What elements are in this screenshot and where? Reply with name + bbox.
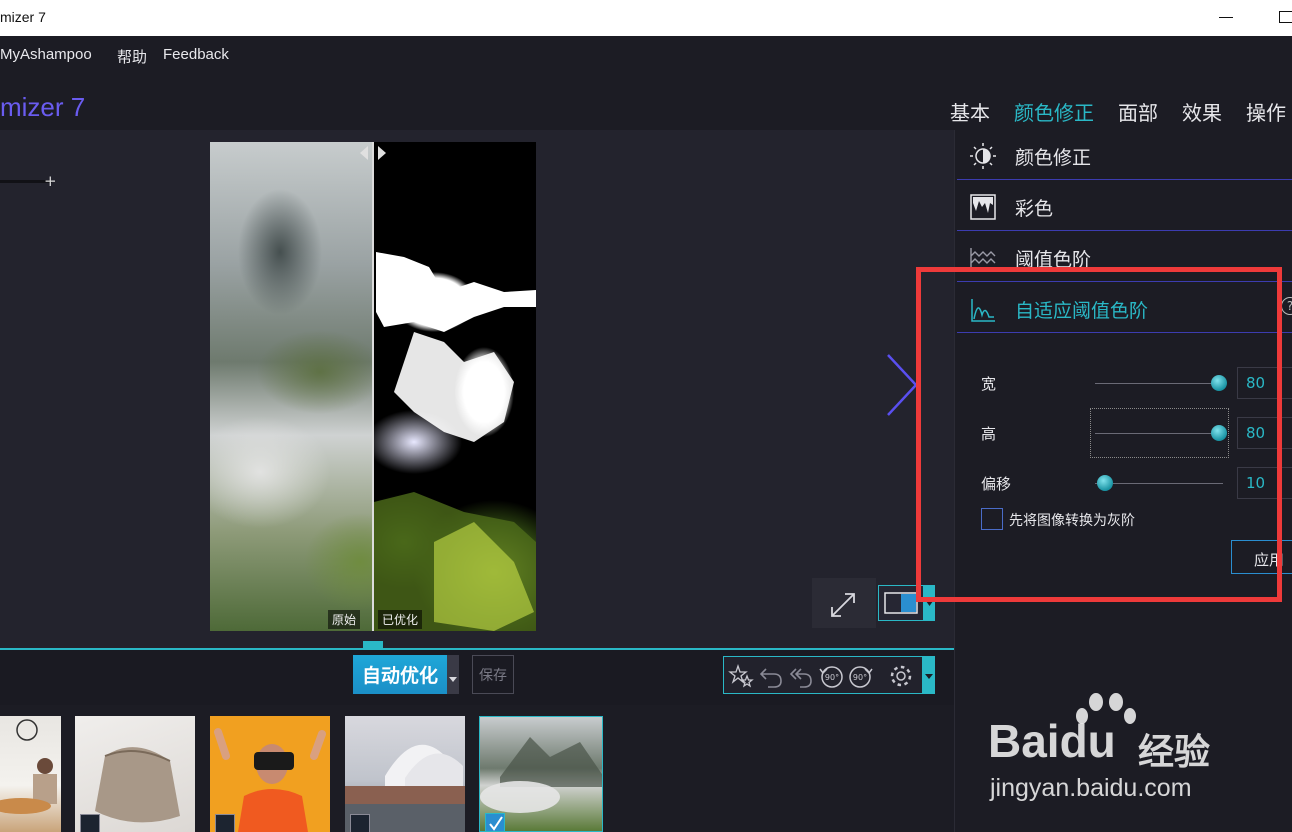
tools-dropdown[interactable] [923, 656, 935, 694]
svg-text:90°: 90° [853, 673, 867, 682]
compare-divider[interactable] [372, 142, 374, 631]
section-label: 阈值色阶 [1015, 249, 1092, 271]
section-label: 颜色修正 [1015, 147, 1092, 169]
rotate-left-icon[interactable]: 90° [818, 663, 844, 689]
menu-bar: MyAshampoo 帮助 Feedback [0, 36, 1292, 72]
thumbnail-vr[interactable] [210, 716, 330, 832]
tab-color-correction[interactable]: 颜色修正 [1014, 97, 1094, 131]
fullscreen-button[interactable] [812, 578, 876, 628]
expand-icon [831, 593, 855, 617]
tab-basic[interactable]: 基本 [950, 97, 990, 126]
menu-help[interactable]: 帮助 [117, 46, 147, 67]
curve-icon [969, 295, 997, 323]
apply-button[interactable]: 应用 [1231, 540, 1292, 574]
tab-effects[interactable]: 效果 [1182, 97, 1222, 126]
height-value-field[interactable]: 80 [1237, 417, 1292, 449]
width-value-field[interactable]: 80 [1237, 367, 1292, 399]
window-titlebar: mizer 7 [0, 0, 1292, 36]
section-color[interactable]: 彩色 [957, 181, 1292, 231]
height-slider[interactable] [1095, 433, 1223, 434]
app-title: mizer 7 [0, 92, 86, 122]
height-slider-knob[interactable] [1211, 425, 1227, 441]
check-icon [489, 816, 503, 831]
rotate-right-icon[interactable]: 90° [848, 663, 874, 689]
svg-text:90°: 90° [825, 673, 839, 682]
offset-slider[interactable] [1095, 483, 1223, 484]
divider-left-arrow-icon[interactable] [360, 146, 368, 160]
edit-tools-group: 90° 90° [723, 656, 923, 694]
optimized-label: 已优化 [378, 610, 423, 629]
compare-mode-button[interactable] [878, 585, 924, 621]
original-image [210, 142, 372, 631]
section-label: 自适应阈值色阶 [1015, 300, 1149, 322]
app-header: mizer 7 基本 颜色修正 面部 效果 操作 [0, 72, 1292, 131]
tab-face[interactable]: 面部 [1118, 97, 1158, 126]
zoom-plus-icon[interactable]: + [44, 172, 57, 190]
save-button[interactable]: 保存 [472, 655, 514, 694]
offset-label: 偏移 [981, 475, 1012, 493]
next-image-chevron-icon[interactable] [884, 353, 920, 421]
thumbnail-checkbox[interactable] [215, 814, 235, 832]
image-preview[interactable]: 原始 已优化 [210, 142, 536, 631]
auto-optimize-button[interactable]: 自动优化 [353, 655, 447, 694]
settings-gear-icon[interactable] [888, 663, 914, 689]
window-title: mizer 7 [0, 9, 46, 25]
color-drip-icon [969, 193, 997, 221]
menu-myashampoo[interactable]: MyAshampoo [0, 46, 92, 63]
filmstrip [0, 705, 954, 832]
action-toolbar: 自动优化 保存 90° 90° [0, 650, 954, 705]
height-label: 高 [981, 425, 997, 443]
split-view-icon [884, 592, 918, 614]
section-label: 彩色 [1015, 198, 1054, 220]
offset-slider-knob[interactable] [1097, 475, 1113, 491]
original-label: 原始 [328, 610, 361, 629]
section-threshold[interactable]: 阈值色阶 [957, 232, 1292, 282]
thumbnail-mountains[interactable] [479, 716, 603, 832]
maximize-button[interactable] [1279, 11, 1292, 23]
section-adaptive-threshold[interactable]: 自适应阈值色阶 [957, 283, 1292, 333]
thumbnail-dining[interactable] [0, 716, 61, 832]
width-slider-knob[interactable] [1211, 375, 1227, 391]
grayscale-checkbox[interactable] [981, 508, 1003, 530]
wave-icon [969, 244, 997, 272]
width-label: 宽 [981, 375, 997, 393]
menu-feedback[interactable]: Feedback [163, 46, 229, 63]
divider-right-arrow-icon[interactable] [378, 146, 386, 160]
optimized-image [374, 142, 536, 631]
thumbnail-opera-house[interactable] [345, 716, 465, 832]
thumbnail-checkbox[interactable] [350, 814, 370, 832]
section-color-correction[interactable]: 颜色修正 [957, 130, 1292, 180]
adjustment-panel: 颜色修正 彩色 阈值色阶 自适应阈值色阶 ? 宽 80 高 80 偏移 10 先… [954, 130, 1292, 832]
brightness-icon [969, 142, 997, 170]
offset-value-field[interactable]: 10 [1237, 467, 1292, 499]
compare-mode-dropdown[interactable] [924, 585, 935, 621]
undo-icon[interactable] [758, 663, 784, 689]
thumbnail-pouch[interactable] [75, 716, 195, 832]
thumbnail-checkbox[interactable] [80, 814, 100, 832]
magic-stars-icon[interactable] [728, 663, 754, 689]
minimize-button[interactable] [1219, 17, 1233, 18]
width-slider[interactable] [1095, 383, 1223, 384]
tab-actions[interactable]: 操作 [1246, 97, 1286, 126]
undo-all-icon[interactable] [788, 663, 814, 689]
image-workspace: + 原始 已优化 [0, 130, 954, 648]
grayscale-label: 先将图像转换为灰阶 [1009, 513, 1135, 529]
auto-optimize-dropdown[interactable] [447, 655, 459, 694]
help-icon[interactable]: ? [1281, 297, 1292, 315]
thumbnail-checkbox-checked[interactable] [485, 813, 505, 831]
